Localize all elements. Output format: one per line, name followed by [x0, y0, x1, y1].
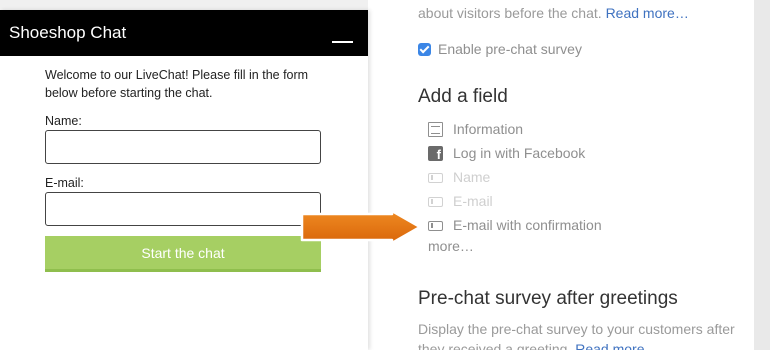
field-item-label: Information [453, 121, 524, 137]
document-icon [428, 121, 443, 137]
field-item-label: E-mail with confirmation [453, 217, 602, 233]
input-field-icon [428, 220, 443, 231]
enable-survey-checkbox[interactable] [418, 42, 431, 56]
minimize-icon[interactable] [332, 30, 353, 45]
greetings-description: Display the pre-chat survey to your cust… [418, 319, 738, 350]
orange-arrow-icon [300, 209, 422, 245]
add-field-title: Add a field [418, 86, 508, 107]
enable-survey-row[interactable]: Enable pre-chat survey [418, 40, 582, 58]
chat-widget: Shoeshop Chat Welcome to our LiveChat! P… [0, 10, 368, 350]
email-input[interactable] [45, 192, 321, 226]
email-label: E-mail: [45, 176, 84, 190]
scrollbar-track[interactable] [754, 0, 770, 350]
greetings-read-more-link[interactable]: Read more… [575, 341, 658, 350]
survey-description: about visitors before the chat. Read mor… [418, 5, 689, 21]
facebook-icon: f [428, 145, 443, 161]
field-item-name: Name [428, 165, 602, 189]
field-item-email: E-mail [428, 189, 602, 213]
input-field-icon [428, 172, 443, 183]
field-item-email-confirmation[interactable]: E-mail with confirmation [428, 213, 602, 237]
field-item-label: Name [453, 169, 491, 185]
more-fields-link[interactable]: more… [428, 238, 474, 254]
survey-description-text: about visitors before the chat. [418, 5, 602, 21]
field-item-label: E-mail [453, 193, 493, 209]
name-input[interactable] [45, 130, 321, 164]
field-item-label: Log in with Facebook [453, 145, 586, 161]
name-label: Name: [45, 114, 82, 128]
read-more-link[interactable]: Read more… [606, 5, 689, 21]
field-item-facebook[interactable]: f Log in with Facebook [428, 141, 602, 165]
welcome-message: Welcome to our LiveChat! Please fill in … [45, 68, 309, 100]
chat-title: Shoeshop Chat [9, 23, 127, 42]
pre-chat-settings-panel: about visitors before the chat. Read mor… [368, 0, 754, 350]
input-field-icon [428, 196, 443, 207]
greetings-title: Pre-chat survey after greetings [418, 288, 678, 309]
enable-survey-label: Enable pre-chat survey [438, 41, 582, 57]
field-list: Information f Log in with Facebook Name … [428, 117, 602, 237]
field-item-information[interactable]: Information [428, 117, 602, 141]
chat-header: Shoeshop Chat [0, 10, 368, 56]
start-chat-button[interactable]: Start the chat [45, 236, 321, 272]
